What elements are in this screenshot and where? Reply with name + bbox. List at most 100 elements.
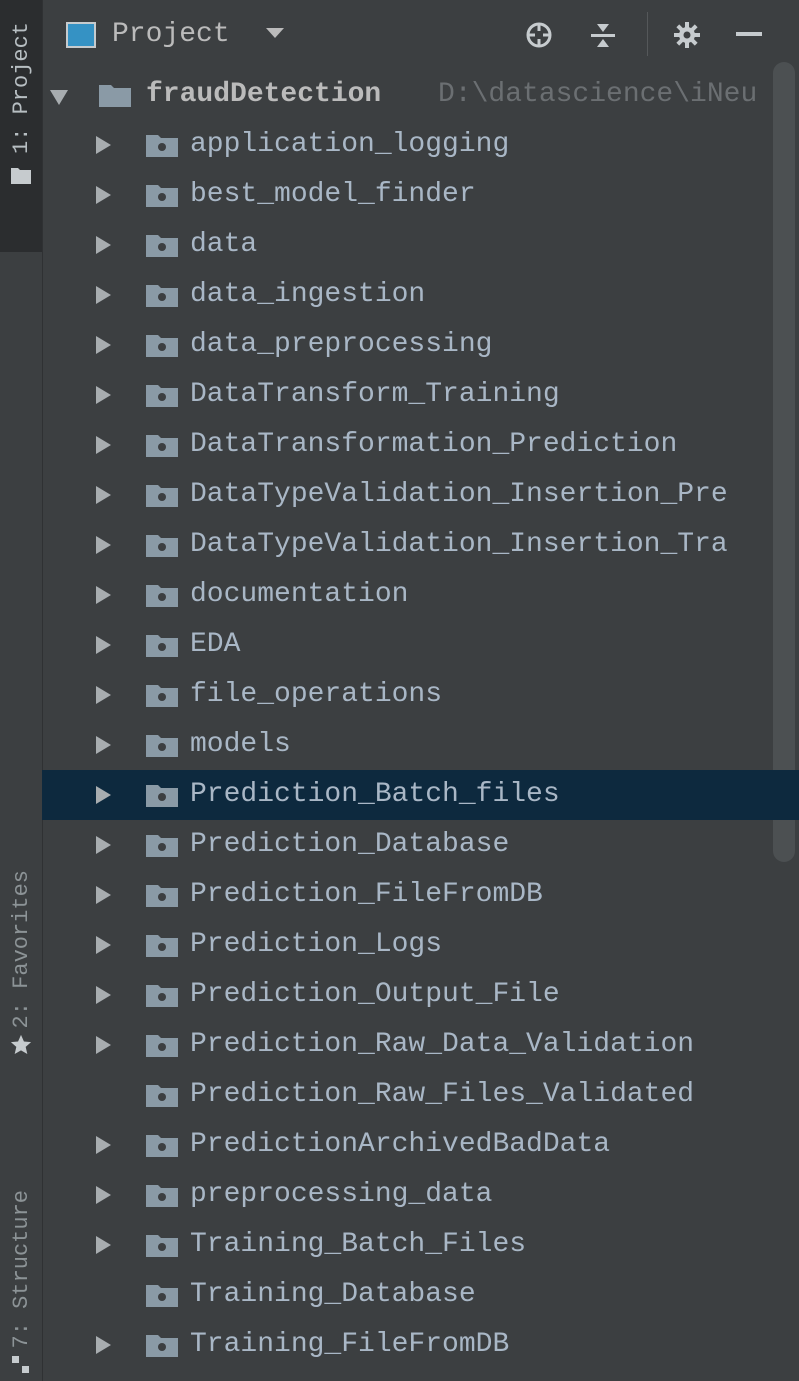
- expand-arrow-icon[interactable]: [96, 786, 111, 804]
- expand-arrow-icon[interactable]: [96, 636, 111, 654]
- structure-icon: [10, 1354, 32, 1376]
- expand-arrow-icon[interactable]: [96, 986, 111, 1004]
- tree-folder-row[interactable]: Prediction_Raw_Data_Validation: [42, 1020, 799, 1070]
- tree-folder-name: Prediction_Output_File: [190, 979, 560, 1010]
- package-folder-icon: [146, 1035, 178, 1057]
- tree-folder-name: file_operations: [190, 679, 443, 710]
- package-folder-icon: [146, 1085, 178, 1107]
- tree-folder-row[interactable]: Prediction_FileFromDB: [42, 870, 799, 920]
- package-folder-icon: [146, 1335, 178, 1357]
- tool-tab-structure[interactable]: 7: Structure: [0, 1180, 42, 1381]
- tree-folder-row[interactable]: EDA: [42, 620, 799, 670]
- expand-arrow-icon[interactable]: [96, 486, 111, 504]
- tree-folder-row[interactable]: application_logging: [42, 120, 799, 170]
- tree-root-row[interactable]: fraudDetection D:\datascience\iNeu: [42, 70, 799, 120]
- minimize-icon[interactable]: [732, 18, 766, 52]
- tree-folder-name: Training_Batch_Files: [190, 1229, 527, 1260]
- expand-arrow-icon[interactable]: [96, 286, 111, 304]
- tree-folder-name: PredictionArchivedBadData: [190, 1129, 611, 1160]
- package-folder-icon: [146, 835, 178, 857]
- tree-folder-name: DataTypeValidation_Insertion_Pre: [190, 479, 728, 510]
- tool-tab-project-label: 1: Project: [8, 22, 34, 155]
- package-folder-icon: [146, 385, 178, 407]
- tree-folder-row[interactable]: Training_Database: [42, 1270, 799, 1320]
- root-folder-path: D:\datascience\iNeu: [438, 79, 758, 110]
- expand-arrow-icon[interactable]: [96, 336, 111, 354]
- tree-folder-row[interactable]: DataTransformation_Prediction: [42, 420, 799, 470]
- expand-arrow-icon[interactable]: [96, 936, 111, 954]
- root-folder-name: fraudDetection: [146, 79, 382, 110]
- expand-arrow-icon[interactable]: [96, 736, 111, 754]
- package-folder-icon: [146, 185, 178, 207]
- tree-folder-name: Prediction_Raw_Files_Validated: [190, 1079, 695, 1110]
- expand-arrow-icon[interactable]: [96, 1136, 111, 1154]
- tree-folder-row[interactable]: Training_Batch_Files: [42, 1220, 799, 1270]
- project-view-selector[interactable]: Project: [112, 18, 230, 52]
- expand-arrow-icon[interactable]: [96, 136, 111, 154]
- package-folder-icon: [146, 935, 178, 957]
- tree-folder-name: data_preprocessing: [190, 329, 493, 360]
- package-folder-icon: [146, 1235, 178, 1257]
- tree-folder-name: Prediction_Logs: [190, 929, 443, 960]
- tool-tab-favorites[interactable]: 2: Favorites: [0, 860, 42, 1080]
- star-icon: [10, 1034, 32, 1056]
- tree-folder-name: data: [190, 229, 258, 260]
- tree-folder-row[interactable]: DataTypeValidation_Insertion_Pre: [42, 470, 799, 520]
- tree-folder-row[interactable]: DataTypeValidation_Insertion_Tra: [42, 520, 799, 570]
- tree-folder-name: DataTransformation_Prediction: [190, 429, 678, 460]
- tree-folder-row[interactable]: documentation: [42, 570, 799, 620]
- expand-arrow-icon[interactable]: [96, 536, 111, 554]
- expand-arrow-icon[interactable]: [96, 186, 111, 204]
- package-folder-icon: [146, 1135, 178, 1157]
- tree-folder-row[interactable]: data_preprocessing: [42, 320, 799, 370]
- package-folder-icon: [146, 235, 178, 257]
- expand-arrow-icon[interactable]: [96, 436, 111, 454]
- tree-folder-row[interactable]: preprocessing_data: [42, 1170, 799, 1220]
- tree-folder-row[interactable]: Prediction_Database: [42, 820, 799, 870]
- package-folder-icon: [146, 135, 178, 157]
- collapse-all-icon[interactable]: [586, 18, 620, 52]
- tree-folder-row[interactable]: Prediction_Raw_Files_Validated: [42, 1070, 799, 1120]
- tree-folder-row[interactable]: Prediction_Output_File: [42, 970, 799, 1020]
- expand-arrow-icon[interactable]: [96, 236, 111, 254]
- tree-folder-name: Training_FileFromDB: [190, 1329, 510, 1360]
- project-panel-header: Project: [42, 0, 799, 70]
- expand-arrow-icon[interactable]: [96, 586, 111, 604]
- tree-folder-row[interactable]: best_model_finder: [42, 170, 799, 220]
- tool-tab-project[interactable]: 1: Project: [0, 0, 42, 252]
- package-folder-icon: [146, 985, 178, 1007]
- tree-folder-row[interactable]: models: [42, 720, 799, 770]
- expand-arrow-icon[interactable]: [50, 90, 68, 105]
- folder-icon: [99, 85, 131, 107]
- package-folder-icon: [146, 335, 178, 357]
- tree-folder-name: Training_Database: [190, 1279, 476, 1310]
- tree-folder-row[interactable]: Training_FileFromDB: [42, 1320, 799, 1370]
- tool-window-strip: 1: Project 2: Favorites 7: Structure: [0, 0, 43, 1381]
- tree-folder-name: DataTransform_Training: [190, 379, 560, 410]
- expand-arrow-icon[interactable]: [96, 386, 111, 404]
- expand-arrow-icon[interactable]: [96, 686, 111, 704]
- expand-arrow-icon[interactable]: [96, 1336, 111, 1354]
- tree-folder-name: data_ingestion: [190, 279, 426, 310]
- tree-folder-row[interactable]: Prediction_Logs: [42, 920, 799, 970]
- expand-arrow-icon[interactable]: [96, 1186, 111, 1204]
- locate-icon[interactable]: [522, 18, 556, 52]
- tree-folder-name: EDA: [190, 629, 241, 660]
- package-folder-icon: [146, 535, 178, 557]
- package-folder-icon: [146, 585, 178, 607]
- expand-arrow-icon[interactable]: [96, 1036, 111, 1054]
- tree-folder-name: best_model_finder: [190, 179, 476, 210]
- gear-icon[interactable]: [670, 18, 704, 52]
- tree-folder-row[interactable]: PredictionArchivedBadData: [42, 1120, 799, 1170]
- chevron-down-icon[interactable]: [266, 28, 284, 38]
- package-folder-icon: [146, 885, 178, 907]
- tree-folder-row[interactable]: Prediction_Batch_files: [42, 770, 799, 820]
- package-folder-icon: [146, 285, 178, 307]
- expand-arrow-icon[interactable]: [96, 886, 111, 904]
- expand-arrow-icon[interactable]: [96, 1236, 111, 1254]
- expand-arrow-icon[interactable]: [96, 836, 111, 854]
- tree-folder-row[interactable]: DataTransform_Training: [42, 370, 799, 420]
- tree-folder-row[interactable]: file_operations: [42, 670, 799, 720]
- tree-folder-row[interactable]: data_ingestion: [42, 270, 799, 320]
- tree-folder-row[interactable]: data: [42, 220, 799, 270]
